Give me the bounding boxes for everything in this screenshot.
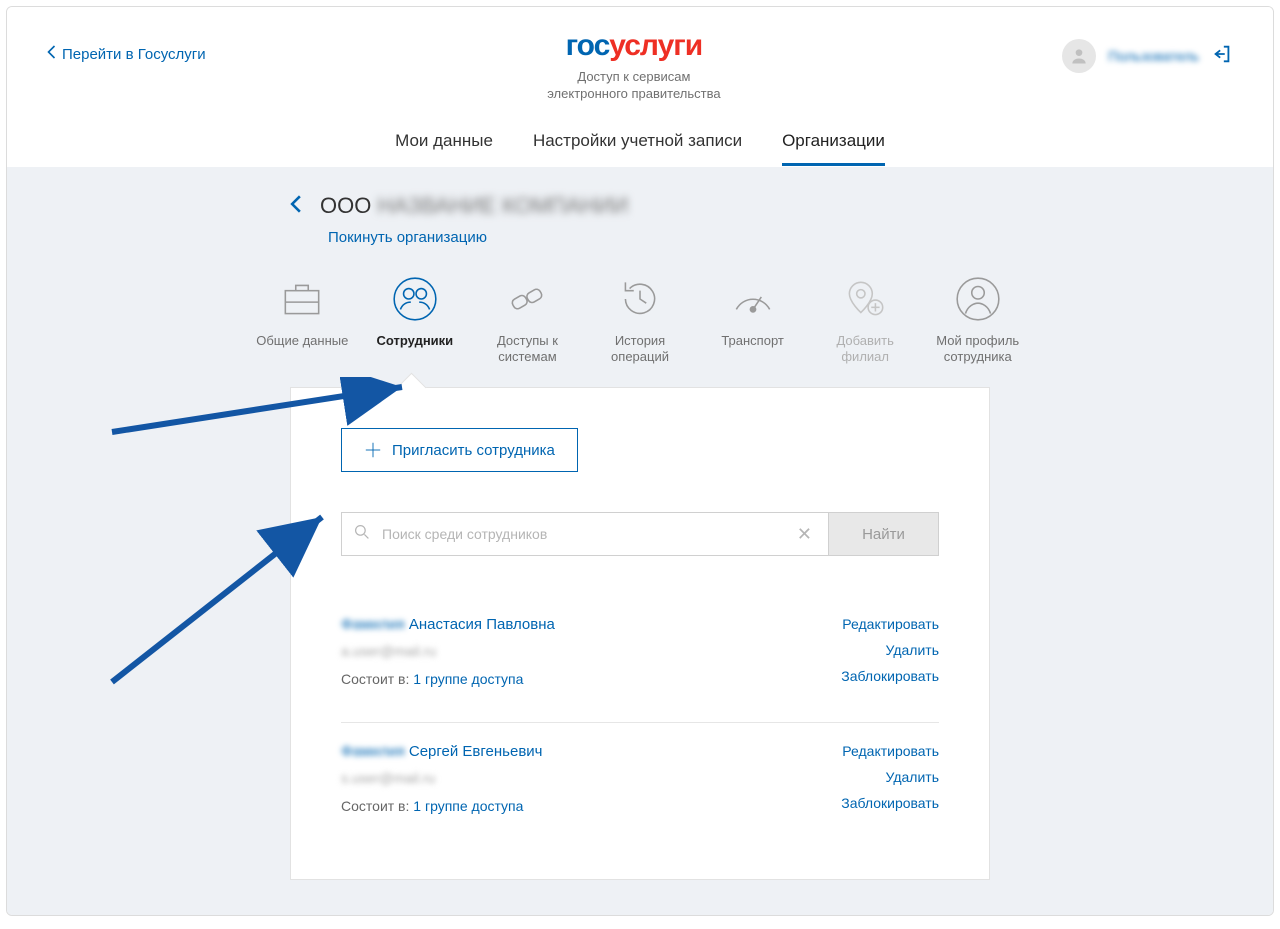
gauge-icon — [727, 273, 779, 325]
employee-edit-link[interactable]: Редактировать — [841, 616, 939, 632]
tab-employees[interactable]: Сотрудники — [363, 273, 468, 366]
logout-icon[interactable] — [1211, 43, 1233, 70]
tab-add-branch: Добавить филиал — [813, 273, 918, 366]
employee-block-link[interactable]: Заблокировать — [841, 795, 939, 811]
employee-name-link[interactable]: Фамилия Сергей Евгеньевич — [341, 743, 542, 760]
chain-icon — [501, 273, 553, 325]
employee-row: Фамилия Сергей Евгеньевич s.user@mail.ru… — [341, 723, 939, 849]
employee-delete-link[interactable]: Удалить — [841, 642, 939, 658]
user-avatar[interactable] — [1062, 39, 1096, 73]
employees-panel: Пригласить сотрудника ✕ Найти Фа — [290, 387, 990, 880]
briefcase-icon — [276, 273, 328, 325]
plus-icon — [364, 441, 382, 459]
employee-edit-link[interactable]: Редактировать — [841, 743, 939, 759]
main-nav: Мои данные Настройки учетной записи Орга… — [7, 131, 1273, 167]
site-logo: госуслуги — [206, 29, 1063, 63]
nav-organizations[interactable]: Организации — [782, 131, 885, 166]
logo-block: госуслуги Доступ к сервисам электронного… — [206, 29, 1063, 103]
employee-row: Фамилия Анастасия Павловна a.user@mail.r… — [341, 596, 939, 723]
back-link-label: Перейти в Госуслуги — [62, 46, 206, 63]
tab-transport[interactable]: Транспорт — [700, 273, 805, 366]
employee-email: s.user@mail.ru — [341, 770, 542, 786]
org-tabs: Общие данные Сотрудники Доступы к систем… — [250, 273, 1030, 366]
chevron-left-icon — [47, 45, 56, 63]
clear-search-icon[interactable]: ✕ — [793, 524, 816, 545]
site-subtitle: Доступ к сервисам электронного правитель… — [206, 69, 1063, 103]
person-icon — [952, 273, 1004, 325]
employee-groups-link[interactable]: 1 группе доступа — [413, 671, 523, 687]
employee-groups: Состоит в: 1 группе доступа — [341, 671, 555, 687]
employee-name-link[interactable]: Фамилия Анастасия Павловна — [341, 616, 555, 633]
pin-plus-icon — [839, 273, 891, 325]
back-to-gosuslugi-link[interactable]: Перейти в Госуслуги — [47, 45, 206, 63]
tab-general[interactable]: Общие данные — [250, 273, 355, 366]
employee-block-link[interactable]: Заблокировать — [841, 668, 939, 684]
nav-account-settings[interactable]: Настройки учетной записи — [533, 131, 742, 166]
org-name: ООО НАЗВАНИЕ КОМПАНИИ — [320, 193, 628, 219]
employee-delete-link[interactable]: Удалить — [841, 769, 939, 785]
search-box: ✕ — [341, 512, 829, 556]
employee-groups: Состоит в: 1 группе доступа — [341, 798, 542, 814]
history-icon — [614, 273, 666, 325]
leave-org-link[interactable]: Покинуть организацию — [328, 229, 487, 246]
tab-access[interactable]: Доступы к системам — [475, 273, 580, 366]
tab-history[interactable]: История операций — [588, 273, 693, 366]
employee-email: a.user@mail.ru — [341, 643, 555, 659]
people-icon — [389, 273, 441, 325]
org-back-chevron[interactable] — [290, 193, 302, 219]
employee-search-input[interactable] — [380, 525, 793, 543]
employee-groups-link[interactable]: 1 группе доступа — [413, 798, 523, 814]
search-icon — [354, 524, 370, 545]
user-name-label[interactable]: Пользователь — [1108, 48, 1199, 64]
tab-my-profile[interactable]: Мой профиль сотрудника — [925, 273, 1030, 366]
find-button[interactable]: Найти — [829, 512, 939, 556]
invite-employee-button[interactable]: Пригласить сотрудника — [341, 428, 578, 472]
nav-my-data[interactable]: Мои данные — [395, 131, 493, 166]
